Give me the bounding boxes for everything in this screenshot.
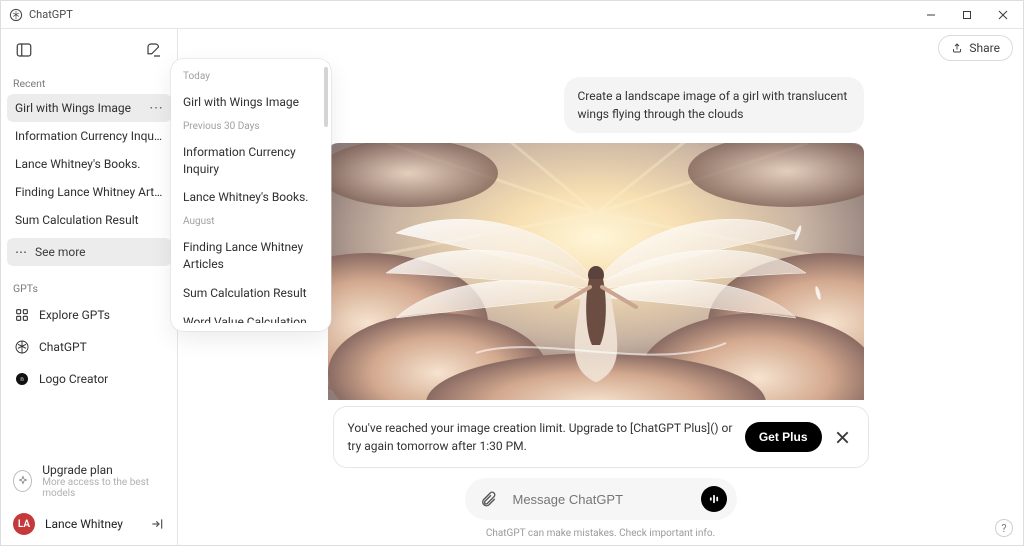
user-message-bubble: Create a landscape image of a girl with … (564, 77, 864, 133)
popover-item[interactable]: Finding Lance Whitney Articles (179, 233, 323, 279)
more-icon[interactable]: ⋯ (149, 101, 163, 115)
gpt-row-chatgpt[interactable]: ChatGPT (1, 331, 177, 363)
popover-item[interactable]: Information Currency Inquiry (179, 138, 323, 184)
recent-section-label: Recent (1, 71, 177, 94)
window-titlebar: ChatGPT (1, 1, 1023, 29)
user-message-text: Create a landscape image of a girl with … (578, 89, 848, 121)
sidebar: Recent Girl with Wings Image ⋯ Informati… (1, 29, 178, 545)
app-icon (9, 8, 23, 22)
window-maximize-button[interactable] (949, 1, 985, 29)
sparkle-icon (13, 470, 32, 492)
voice-icon[interactable] (701, 486, 727, 512)
sidebar-item-girl-with-wings[interactable]: Girl with Wings Image ⋯ (7, 94, 171, 122)
history-popover: Today Girl with Wings Image Previous 30 … (171, 59, 331, 331)
popover-section-prev30: Previous 30 Days (179, 117, 323, 138)
more-icon: ⋯ (15, 245, 27, 259)
disclaimer-text: ChatGPT can make mistakes. Check importa… (178, 526, 1023, 545)
new-chat-icon[interactable] (141, 37, 167, 63)
sidebar-item-sum[interactable]: Sum Calculation Result (7, 206, 171, 234)
help-button[interactable]: ? (995, 519, 1013, 537)
share-icon (951, 42, 963, 54)
sidebar-item-label: Girl with Wings Image (15, 101, 143, 115)
get-plus-label: Get Plus (759, 430, 808, 444)
grid-icon (13, 306, 31, 324)
popover-section-today: Today (179, 67, 323, 88)
logo-creator-icon: n (13, 370, 31, 388)
user-name: Lance Whitney (45, 517, 139, 531)
gpt-row-logo[interactable]: n Logo Creator (1, 363, 177, 395)
share-button[interactable]: Share (938, 35, 1013, 61)
avatar: LA (13, 513, 35, 535)
gpt-row-explore[interactable]: Explore GPTs (1, 299, 177, 331)
scrollbar-thumb[interactable] (324, 67, 328, 127)
gpts-section-label: GPTs (1, 276, 177, 299)
svg-text:n: n (20, 377, 23, 383)
limit-text: You've reached your image creation limit… (348, 419, 735, 455)
popover-item[interactable]: Girl with Wings Image (179, 88, 323, 117)
sidebar-item-books[interactable]: Lance Whitney's Books. (7, 150, 171, 178)
sidebar-item-label: Information Currency Inquiry (15, 129, 163, 143)
gpt-row-label: Logo Creator (39, 372, 108, 386)
see-more-button[interactable]: ⋯ See more (7, 238, 171, 266)
share-label: Share (969, 41, 1000, 55)
get-plus-button[interactable]: Get Plus (745, 422, 822, 452)
upgrade-subtitle: More access to the best models (42, 477, 165, 499)
gpt-row-label: ChatGPT (39, 340, 87, 354)
window-title: ChatGPT (29, 8, 73, 21)
limit-notice: You've reached your image creation limit… (333, 406, 869, 468)
openai-icon (13, 338, 31, 356)
upgrade-title: Upgrade plan (42, 463, 165, 477)
collapse-sidebar-icon[interactable] (11, 37, 37, 63)
attach-icon[interactable] (475, 486, 501, 512)
sidebar-item-label: Lance Whitney's Books. (15, 157, 163, 171)
dismiss-notice-button[interactable] (832, 426, 854, 448)
upgrade-plan-button[interactable]: Upgrade plan More access to the best mod… (1, 453, 177, 505)
sidebar-item-label: Finding Lance Whitney Articles (15, 185, 163, 199)
popover-item[interactable]: Word Value Calculation (179, 308, 323, 323)
sidebar-item-label: Sum Calculation Result (15, 213, 163, 227)
user-menu-button[interactable]: LA Lance Whitney (1, 505, 177, 545)
popover-item[interactable]: Sum Calculation Result (179, 279, 323, 308)
composer[interactable] (465, 478, 737, 520)
window-minimize-button[interactable] (913, 1, 949, 29)
generated-image[interactable] (328, 143, 864, 400)
open-sidebar-icon[interactable] (149, 516, 165, 532)
popover-item[interactable]: Lance Whitney's Books. (179, 183, 323, 212)
see-more-label: See more (35, 245, 86, 259)
sidebar-item-info-currency[interactable]: Information Currency Inquiry (7, 122, 171, 150)
window-close-button[interactable] (985, 1, 1021, 29)
gpt-row-label: Explore GPTs (39, 308, 110, 322)
popover-section-august: August (179, 212, 323, 233)
message-input[interactable] (511, 491, 691, 508)
sidebar-item-articles[interactable]: Finding Lance Whitney Articles (7, 178, 171, 206)
